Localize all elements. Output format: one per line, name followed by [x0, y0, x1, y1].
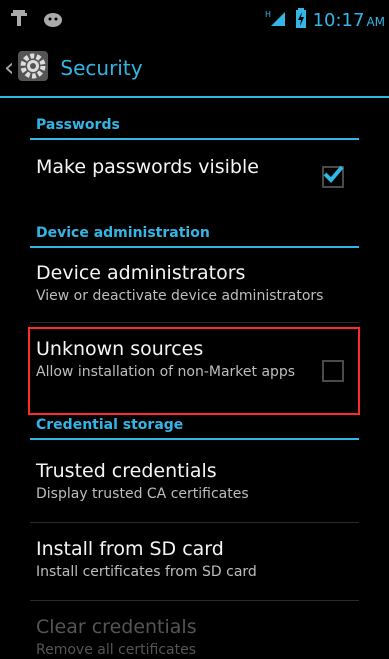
list-item-trusted-credentials[interactable]: Trusted credentials Display trusted CA c…: [36, 460, 359, 503]
status-bar: H 10:17 AM: [0, 0, 389, 40]
divider: [30, 600, 359, 601]
clock-ampm: AM: [366, 14, 385, 29]
action-bar-divider: [0, 96, 389, 98]
svg-text:H: H: [265, 10, 271, 19]
usb-icon: [10, 8, 28, 32]
highlight-box: [28, 327, 360, 415]
checkmark-icon: [323, 165, 344, 183]
item-title: Trusted credentials: [36, 460, 217, 482]
section-header-credential-storage: Credential storage: [30, 414, 359, 440]
section-header-passwords: Passwords: [30, 114, 359, 140]
item-title: Make passwords visible: [36, 156, 259, 178]
item-title: Clear credentials: [36, 616, 197, 638]
item-title: Install from SD card: [36, 538, 224, 560]
passwords-visible-checkbox[interactable]: [322, 165, 344, 188]
clock-time: 10:17: [312, 9, 365, 31]
list-item-clear-credentials: Clear credentials Remove all certificate…: [36, 616, 359, 659]
status-left-icons: [10, 8, 64, 32]
android-icon: [42, 9, 64, 31]
signal-icon: H: [265, 8, 289, 32]
divider: [30, 322, 359, 323]
item-title: Device administrators: [36, 262, 246, 284]
item-subtitle: Remove all certificates: [36, 642, 197, 658]
divider: [30, 522, 359, 523]
status-right: H 10:17 AM: [265, 8, 385, 32]
list-item-device-administrators[interactable]: Device administrators View or deactivate…: [36, 262, 359, 305]
item-subtitle: Display trusted CA certificates: [36, 486, 249, 502]
action-bar[interactable]: ‹ Security: [0, 40, 389, 96]
clock: 10:17 AM: [313, 10, 385, 31]
gear-icon[interactable]: [14, 49, 50, 87]
page-title: Security: [60, 56, 143, 80]
item-subtitle: Install certificates from SD card: [36, 564, 257, 580]
section-header-device-administration: Device administration: [30, 222, 359, 248]
list-item-install-from-sd-card[interactable]: Install from SD card Install certificate…: [36, 538, 359, 581]
list-item-make-passwords-visible[interactable]: Make passwords visible: [36, 156, 359, 178]
item-subtitle: View or deactivate device administrators: [36, 288, 324, 304]
back-chevron-icon[interactable]: ‹: [4, 53, 14, 83]
battery-icon: [295, 8, 307, 32]
